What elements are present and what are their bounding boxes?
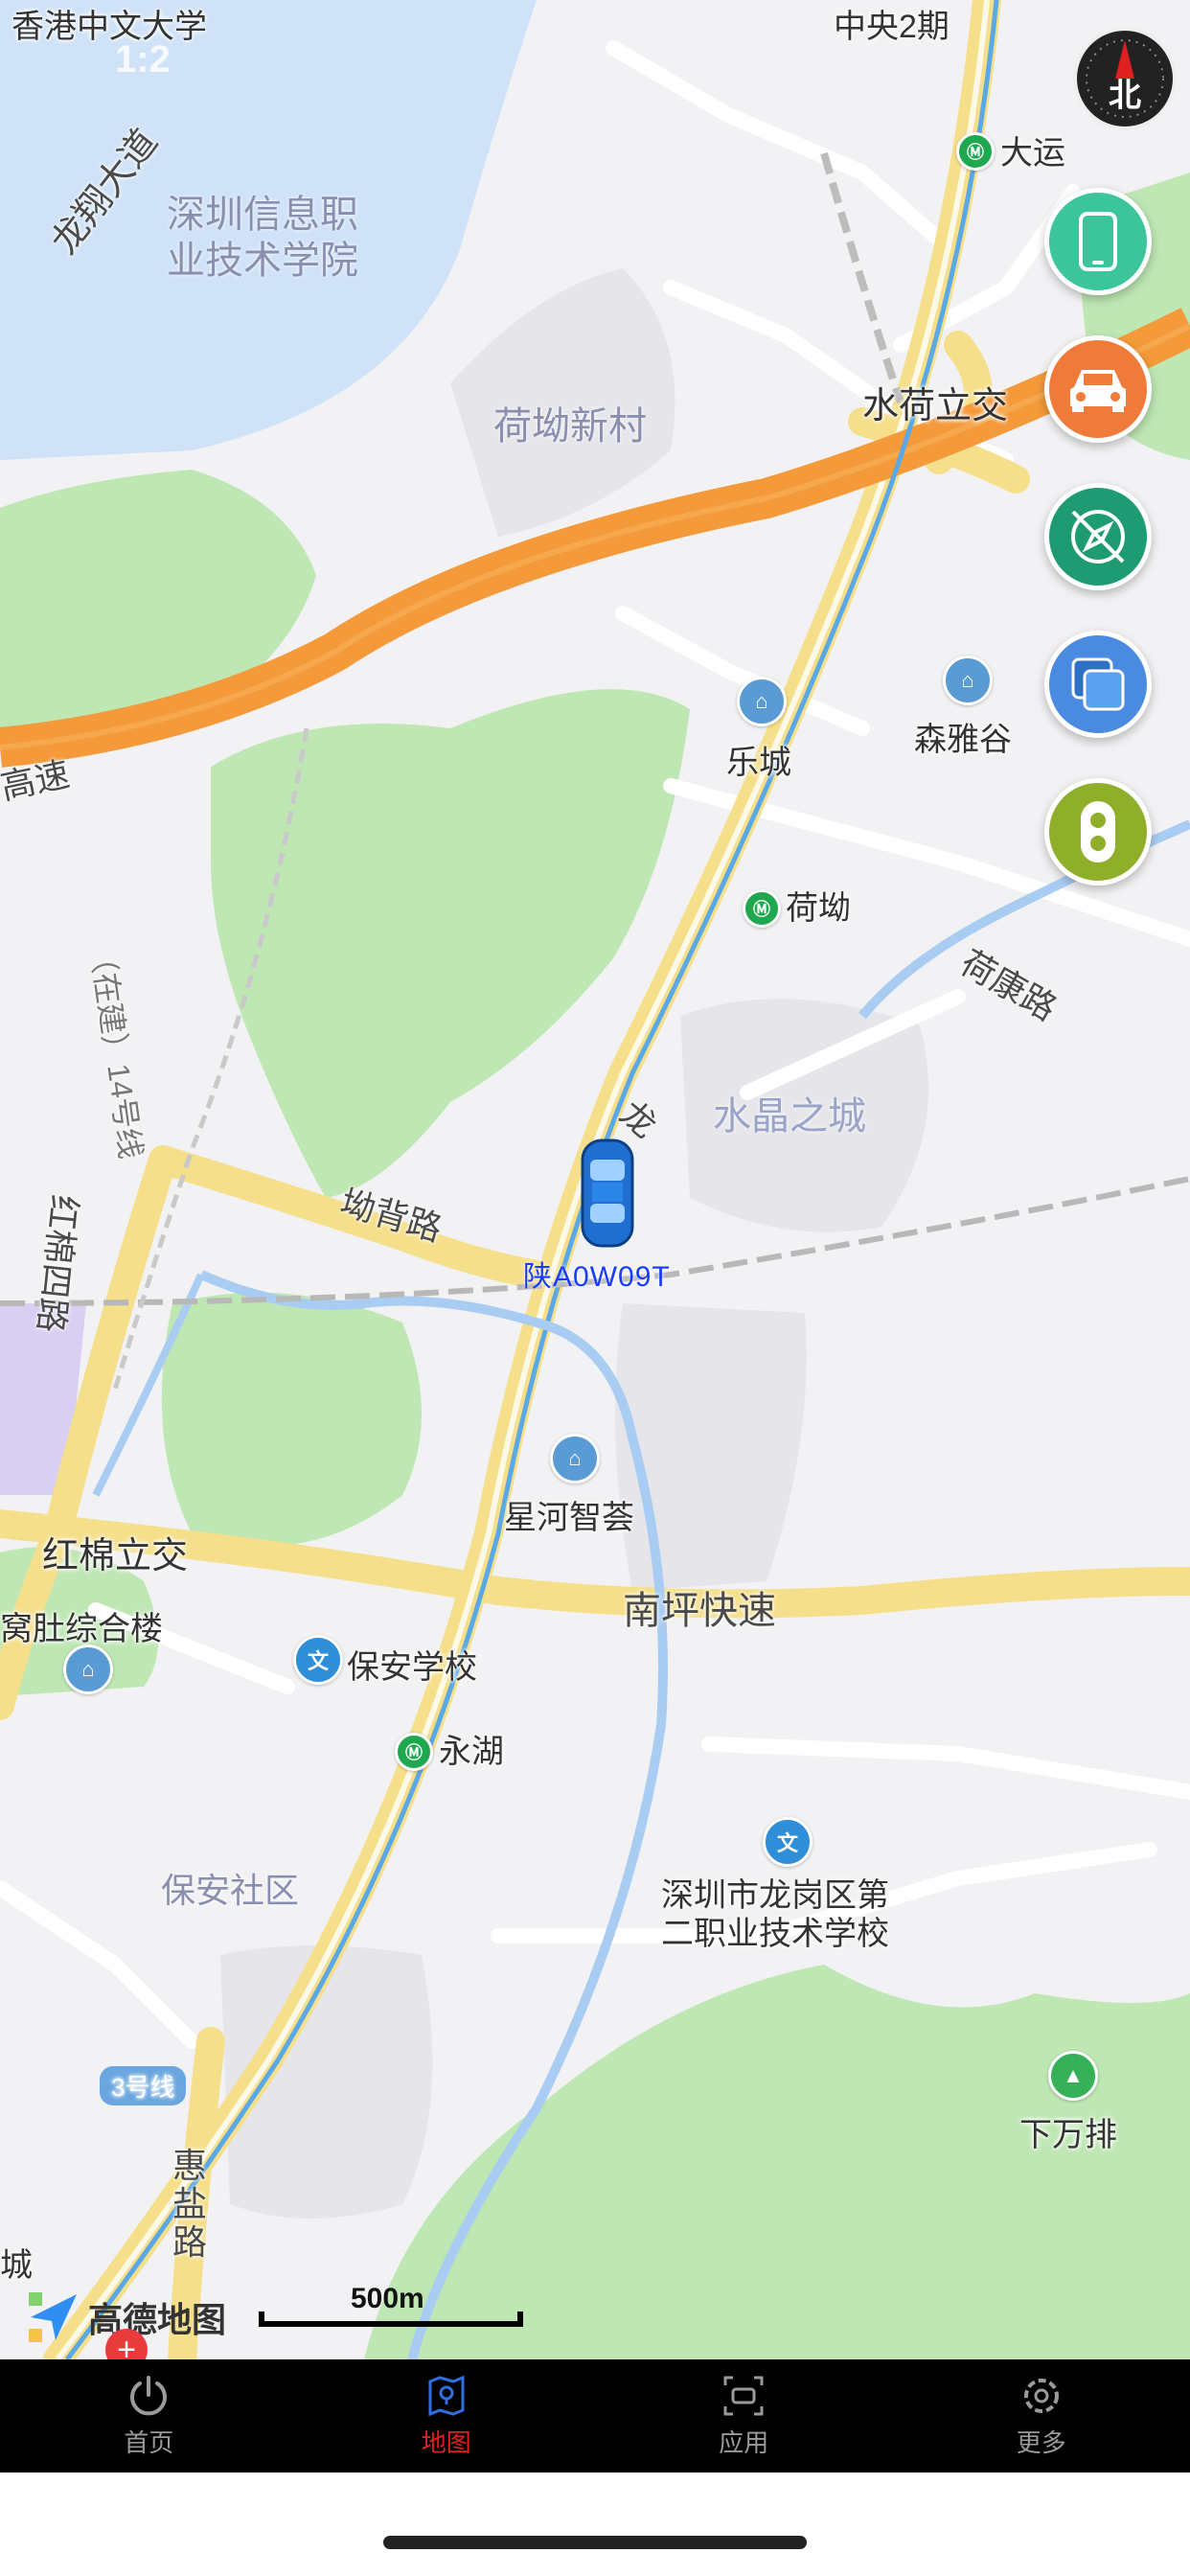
layers-icon xyxy=(1071,657,1125,711)
tab-bar: 首页 地图 应用 更多 xyxy=(0,2359,1190,2472)
tab-apps[interactable]: 应用 xyxy=(595,2359,893,2472)
apps-icon xyxy=(723,2376,764,2415)
label-interchange-hongmian: 红棉立交 xyxy=(42,1536,189,1576)
label-central-phase2: 中央2期 xyxy=(834,9,950,45)
label-university: 香港中文大学 xyxy=(11,9,207,45)
vehicle-plate-label: 陕A0W09T xyxy=(523,1261,671,1293)
compass-button[interactable]: 北 xyxy=(1073,27,1177,130)
compass-north-label: 北 xyxy=(1109,77,1141,114)
label-nanping: 南坪快速 xyxy=(623,1590,776,1632)
school-icon: 文 xyxy=(293,1635,343,1685)
label-xiawanpai: 下万排 xyxy=(1019,2117,1117,2153)
label-xinghe: 星河智荟 xyxy=(504,1500,634,1536)
traffic-button[interactable] xyxy=(1044,778,1152,886)
tab-home[interactable]: 首页 xyxy=(0,2359,298,2472)
label-crystal-city: 水晶之城 xyxy=(713,1095,866,1138)
label-road-huiyan: 惠 盐 路 xyxy=(172,2146,208,2262)
label-vocational: 深圳市龙岗区第 二职业技术学校 xyxy=(661,1877,889,1952)
label-hao-village: 荷坳新村 xyxy=(493,405,647,448)
label-station-heao: 荷坳 xyxy=(786,890,851,927)
navigation-button[interactable] xyxy=(1044,483,1152,590)
car-button[interactable] xyxy=(1044,335,1152,443)
scale-tick-right xyxy=(517,2312,523,2327)
building-icon: ⌂ xyxy=(63,1644,113,1694)
tab-home-label: 首页 xyxy=(124,2427,174,2457)
tab-more-label: 更多 xyxy=(1016,2427,1066,2457)
scale-label: 500m xyxy=(351,2283,424,2314)
building-icon: ⌂ xyxy=(550,1434,600,1484)
phone-button[interactable] xyxy=(1044,188,1152,295)
label-interchange-shuihe: 水荷立交 xyxy=(862,386,1009,426)
car-icon xyxy=(1070,370,1126,412)
metro-station-icon: Ⓜ xyxy=(395,1733,433,1771)
tab-more[interactable]: 更多 xyxy=(893,2359,1190,2472)
phone-icon xyxy=(1079,212,1117,271)
power-icon xyxy=(130,2375,168,2415)
metro-station-icon: Ⓜ xyxy=(743,889,781,928)
label-senyagu: 森雅谷 xyxy=(914,722,1012,758)
label-lecheng: 乐城 xyxy=(726,745,791,781)
scale-bar: 500m xyxy=(259,2283,527,2334)
vehicle-car-icon[interactable] xyxy=(579,1137,636,1250)
amap-logo-icon xyxy=(29,2292,77,2342)
traffic-light-icon xyxy=(1081,801,1115,862)
metro-station-icon: Ⓜ xyxy=(956,132,995,171)
map-icon xyxy=(428,2375,465,2416)
label-dayun: 大运 xyxy=(1000,135,1065,172)
label-cheng: 城 xyxy=(0,2247,33,2284)
compass-nav-icon xyxy=(1071,510,1125,564)
map-view[interactable]: 1:2 香港中文大学 中央2期 龙翔大道 深圳信息职 业技术学院 荷坳新村 高速… xyxy=(0,0,1190,2359)
label-institute: 深圳信息职 业技术学院 xyxy=(167,194,358,282)
building-icon: ⌂ xyxy=(943,656,993,705)
layers-button[interactable] xyxy=(1044,631,1152,738)
tab-map[interactable]: 地图 xyxy=(298,2359,596,2472)
settings-icon xyxy=(1023,2378,1059,2413)
scale-tick-left xyxy=(259,2312,264,2327)
label-line3: 3号线 xyxy=(100,2066,187,2105)
label-wodu: 窝肚综合楼 xyxy=(0,1611,163,1647)
tab-map-label: 地图 xyxy=(421,2427,471,2457)
building-icon: ⌂ xyxy=(737,677,787,726)
label-station-yonghu: 永湖 xyxy=(439,1734,504,1770)
tab-apps-label: 应用 xyxy=(719,2427,769,2457)
label-baoan-school: 保安学校 xyxy=(347,1649,477,1686)
label-baoan-community: 保安社区 xyxy=(161,1871,300,1910)
park-icon: ▲ xyxy=(1048,2051,1098,2101)
logo-text: 高德地图 xyxy=(88,2300,227,2339)
home-indicator[interactable] xyxy=(383,2536,807,2549)
scale-line xyxy=(259,2321,523,2327)
school-icon: 文 xyxy=(763,1817,812,1867)
